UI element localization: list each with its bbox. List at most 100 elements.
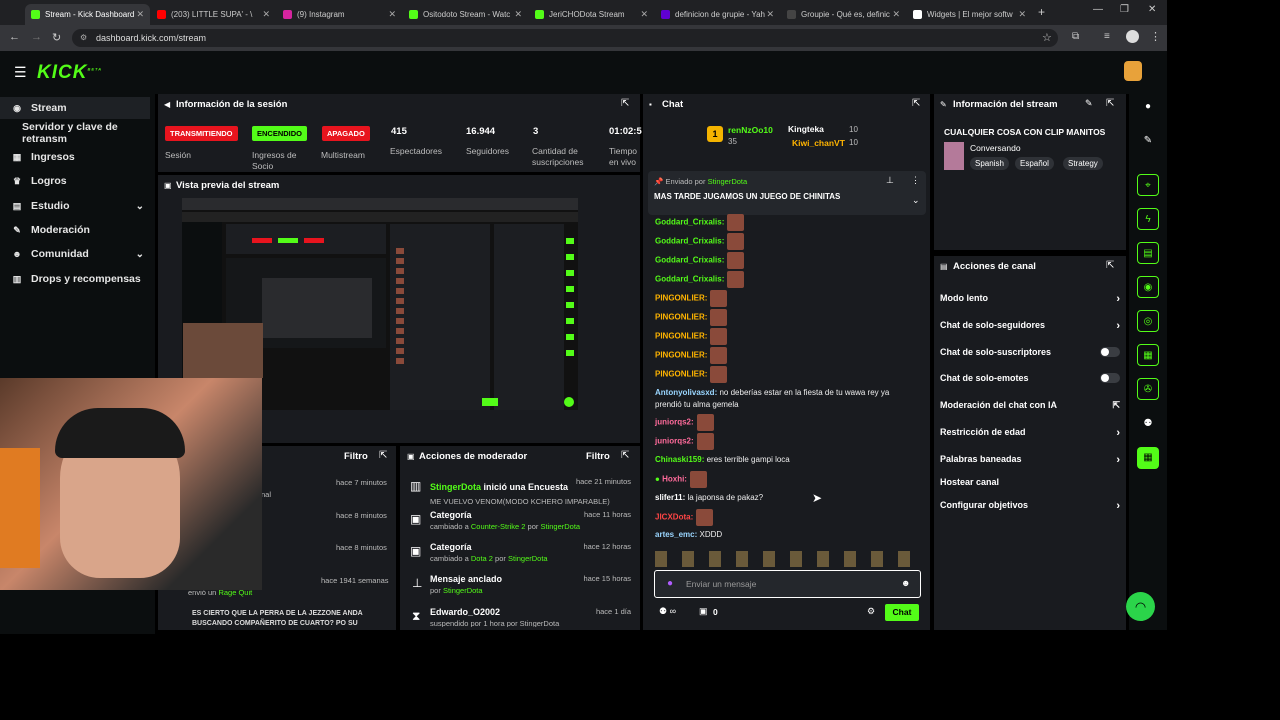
tab-youtube[interactable]: (203) LITTLE SUPA' - \ ✕: [151, 4, 276, 25]
subscribers-only-toggle[interactable]: [1100, 347, 1120, 357]
tab-ositodoto[interactable]: Ositodoto Stream - Watc ✕: [403, 4, 528, 25]
ai-moderation-item[interactable]: Moderación del chat con IA ⇱: [940, 400, 1120, 410]
kick-logo[interactable]: KICKBETA: [37, 62, 102, 84]
popout-icon[interactable]: ⇱: [621, 450, 629, 461]
sidebar-item-estudio[interactable]: ▤ Estudio ⌄: [0, 195, 150, 217]
filter-button[interactable]: Filtro: [586, 451, 610, 462]
tab-instagram[interactable]: (9) Instagram ✕: [277, 4, 402, 25]
tab-yahoo[interactable]: definicion de grupie - Yah ✕: [655, 4, 780, 25]
sidebar-item-drops[interactable]: ▥ Drops y recompensas: [0, 268, 150, 290]
quick-emotes-icon[interactable]: ⚉ ∞: [659, 606, 676, 617]
bookmark-icon[interactable]: ☆: [1042, 31, 1052, 44]
popout-icon[interactable]: ⇱: [379, 450, 387, 461]
slow-mode-item[interactable]: Modo lento ›: [940, 293, 1120, 305]
top-gifter-name[interactable]: renNzOo10: [728, 125, 773, 135]
layout-icon[interactable]: ▦: [1137, 344, 1159, 366]
profile-avatar[interactable]: [1126, 30, 1139, 43]
close-tab-icon[interactable]: ✕: [388, 9, 396, 20]
minimize-icon[interactable]: —: [1093, 4, 1103, 15]
pin-icon[interactable]: ⊥: [886, 175, 894, 186]
gifter-name[interactable]: Kingteka: [788, 124, 824, 134]
close-tab-icon[interactable]: ✕: [514, 9, 522, 20]
browser-menu-icon[interactable]: ⋮: [1150, 30, 1161, 43]
support-headset-icon[interactable]: ◠: [1126, 592, 1155, 621]
sidebar-item-moderacion[interactable]: ✎ Moderación: [0, 219, 150, 241]
popout-icon[interactable]: ⇱: [621, 98, 629, 109]
pinned-user[interactable]: StingerDota: [708, 177, 748, 186]
chat-username[interactable]: artes_emc:: [655, 530, 697, 539]
chat-username[interactable]: JICXDota:: [655, 513, 693, 522]
category-link[interactable]: Dota 2: [471, 554, 493, 563]
sidebar-item-logros[interactable]: ♛ Logros: [0, 170, 150, 192]
chat-username[interactable]: juniorqs2:: [655, 437, 694, 446]
emote-bar[interactable]: [655, 551, 920, 567]
close-tab-icon[interactable]: ✕: [766, 9, 774, 20]
popout-icon[interactable]: ⇱: [1106, 260, 1114, 271]
host-channel-item[interactable]: Hostear canal: [940, 477, 1120, 487]
goals-item[interactable]: Configurar objetivos ›: [940, 500, 1120, 512]
chat-username[interactable]: slifer11:: [655, 493, 685, 502]
close-tab-icon[interactable]: ✕: [640, 9, 648, 20]
sidebar-item-comunidad[interactable]: ☻ Comunidad ⌄: [0, 243, 150, 265]
edit-icon[interactable]: ✎: [1085, 98, 1093, 109]
chat-settings-icon[interactable]: ⚙: [867, 606, 875, 617]
chat-username[interactable]: PINGONLIER:: [655, 294, 707, 303]
filter-button[interactable]: Filtro: [344, 451, 368, 462]
chevron-down-icon[interactable]: ⌄: [912, 195, 920, 206]
chat-username[interactable]: PINGONLIER:: [655, 351, 707, 360]
chat-username[interactable]: Goddard_Crixalis:: [655, 218, 724, 227]
more-options-icon[interactable]: ⋮: [911, 175, 920, 186]
clip-icon[interactable]: ⌖: [1137, 174, 1159, 196]
chat-username[interactable]: Goddard_Crixalis:: [655, 256, 724, 265]
share-icon[interactable]: ⚉: [1137, 413, 1159, 435]
tool-icon[interactable]: ✇: [1137, 378, 1159, 400]
dashboard-icon[interactable]: ▦: [1137, 447, 1159, 469]
tab-widgets[interactable]: Widgets | El mejor softw ✕: [907, 4, 1032, 25]
emotes-only-toggle[interactable]: [1100, 373, 1120, 383]
gift-icon[interactable]: ▣: [699, 606, 708, 617]
send-chat-button[interactable]: Chat: [885, 604, 919, 621]
forward-icon[interactable]: →: [31, 31, 42, 43]
clipboard-icon[interactable]: ▤: [1137, 242, 1159, 264]
extensions-icon[interactable]: ⧉: [1072, 31, 1079, 42]
back-icon[interactable]: ←: [9, 31, 20, 43]
chat-bubble-icon[interactable]: ◉: [1137, 276, 1159, 298]
chat-username[interactable]: juniorqs2:: [655, 418, 694, 427]
reload-icon[interactable]: ↻: [52, 31, 61, 44]
close-tab-icon[interactable]: ✕: [136, 9, 144, 20]
url-field[interactable]: ⚙ dashboard.kick.com/stream: [72, 29, 1058, 47]
close-tab-icon[interactable]: ✕: [262, 9, 270, 20]
maximize-icon[interactable]: ❐: [1120, 4, 1129, 15]
edit-icon[interactable]: ✎: [1137, 130, 1159, 152]
sidebar-item-stream[interactable]: ◉ Stream: [0, 97, 150, 119]
category-link[interactable]: Counter-Strike 2: [471, 522, 526, 531]
pinned-message[interactable]: 📌 Enviado por StingerDota ⊥ ⋮ MAS TARDE …: [648, 171, 926, 215]
media-icon[interactable]: ≡: [1104, 31, 1110, 42]
chat-username[interactable]: Chinaski159:: [655, 455, 704, 464]
info-icon[interactable]: ●: [1137, 96, 1159, 118]
sidebar-item-server-key[interactable]: Servidor y clave de retransm: [0, 121, 150, 145]
site-info-icon[interactable]: ⚙: [80, 29, 87, 47]
chat-username[interactable]: Goddard_Crixalis:: [655, 275, 724, 284]
banned-words-item[interactable]: Palabras baneadas ›: [940, 454, 1120, 466]
tab-groupie[interactable]: Groupie - Qué es, definic ✕: [781, 4, 906, 25]
mod-user[interactable]: StingerDota: [508, 554, 548, 563]
hamburger-menu-icon[interactable]: ☰: [14, 64, 27, 81]
new-tab-icon[interactable]: +: [1038, 5, 1045, 19]
mod-user[interactable]: StingerDota: [540, 522, 580, 531]
gifter-name[interactable]: Kiwi_chanVT: [792, 138, 845, 148]
tab-kick-dashboard[interactable]: Stream - Kick Dashboard ✕: [25, 4, 150, 25]
close-window-icon[interactable]: ✕: [1148, 4, 1156, 15]
popout-icon[interactable]: ⇱: [912, 98, 920, 109]
age-restriction-item[interactable]: Restricción de edad ›: [940, 427, 1120, 439]
user-avatar[interactable]: [1124, 61, 1142, 81]
chat-username[interactable]: Goddard_Crixalis:: [655, 237, 724, 246]
chat-username[interactable]: PINGONLIER:: [655, 332, 707, 341]
emoji-icon[interactable]: ☻: [901, 578, 910, 588]
chat-username[interactable]: Antonyolivasxd:: [655, 388, 717, 397]
close-tab-icon[interactable]: ✕: [1018, 9, 1026, 20]
broadcast-icon[interactable]: ◎: [1137, 310, 1159, 332]
mod-user[interactable]: StingerDota: [443, 586, 483, 595]
chat-username[interactable]: PINGONLIER:: [655, 370, 707, 379]
chat-username[interactable]: Hoxhi:: [662, 475, 687, 484]
